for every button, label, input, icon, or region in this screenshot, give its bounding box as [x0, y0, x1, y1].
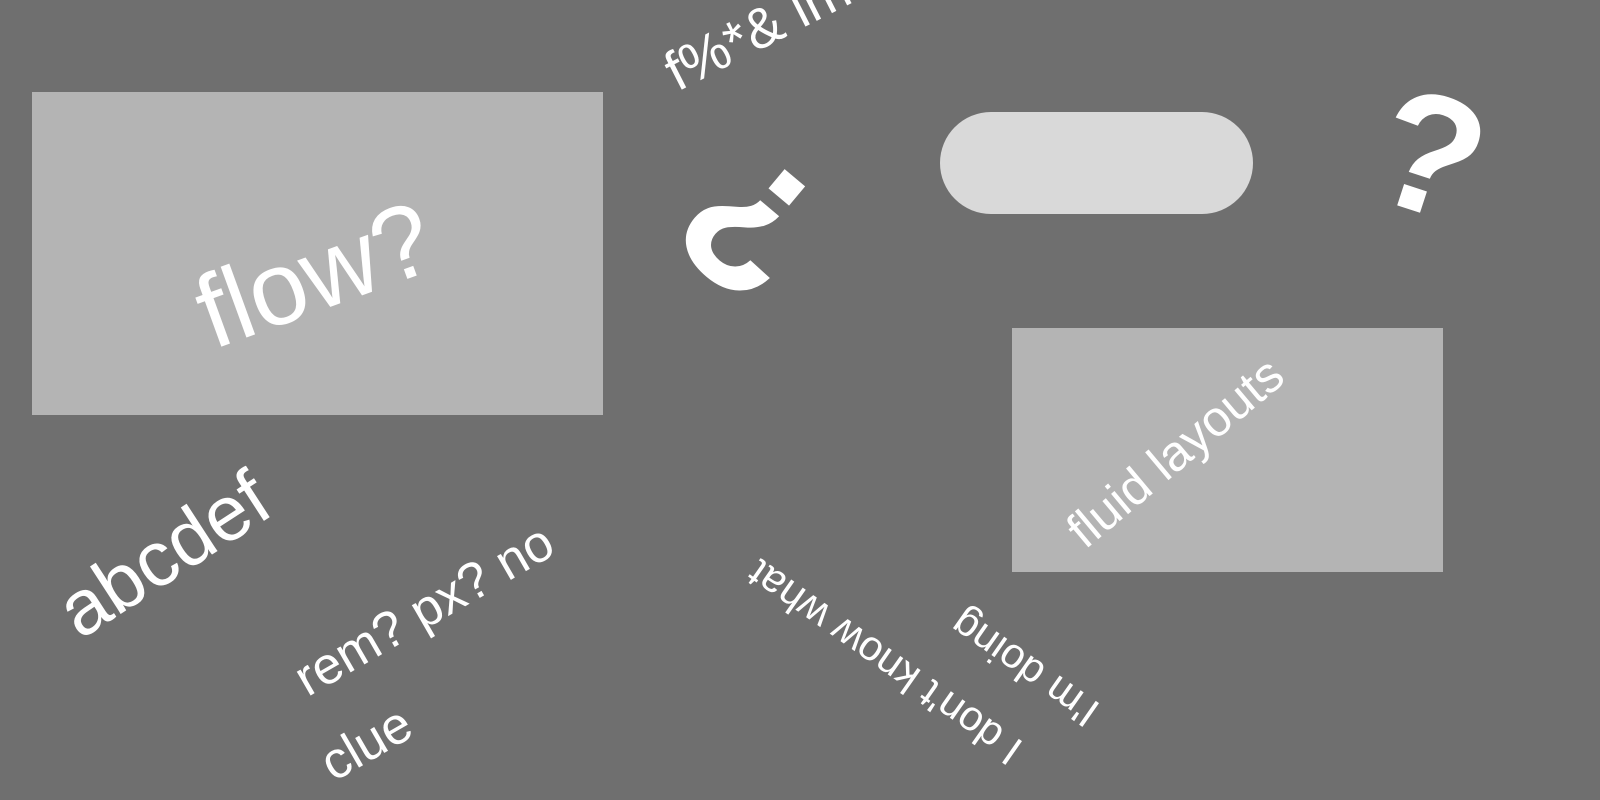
pill-shape	[940, 112, 1253, 214]
abcdef-text: abcdef	[41, 453, 286, 655]
rem-px-text-line2: clue	[310, 694, 423, 793]
tilted-question-mark-icon: ?	[637, 106, 863, 344]
symbols-images-text: f%*& images	[654, 0, 969, 103]
canvas: { "background_color": "#6f6f6f", "box_co…	[0, 0, 1600, 800]
question-mark-icon: ?	[1351, 48, 1509, 262]
rem-px-text-line1: rem? px? no	[284, 512, 564, 708]
